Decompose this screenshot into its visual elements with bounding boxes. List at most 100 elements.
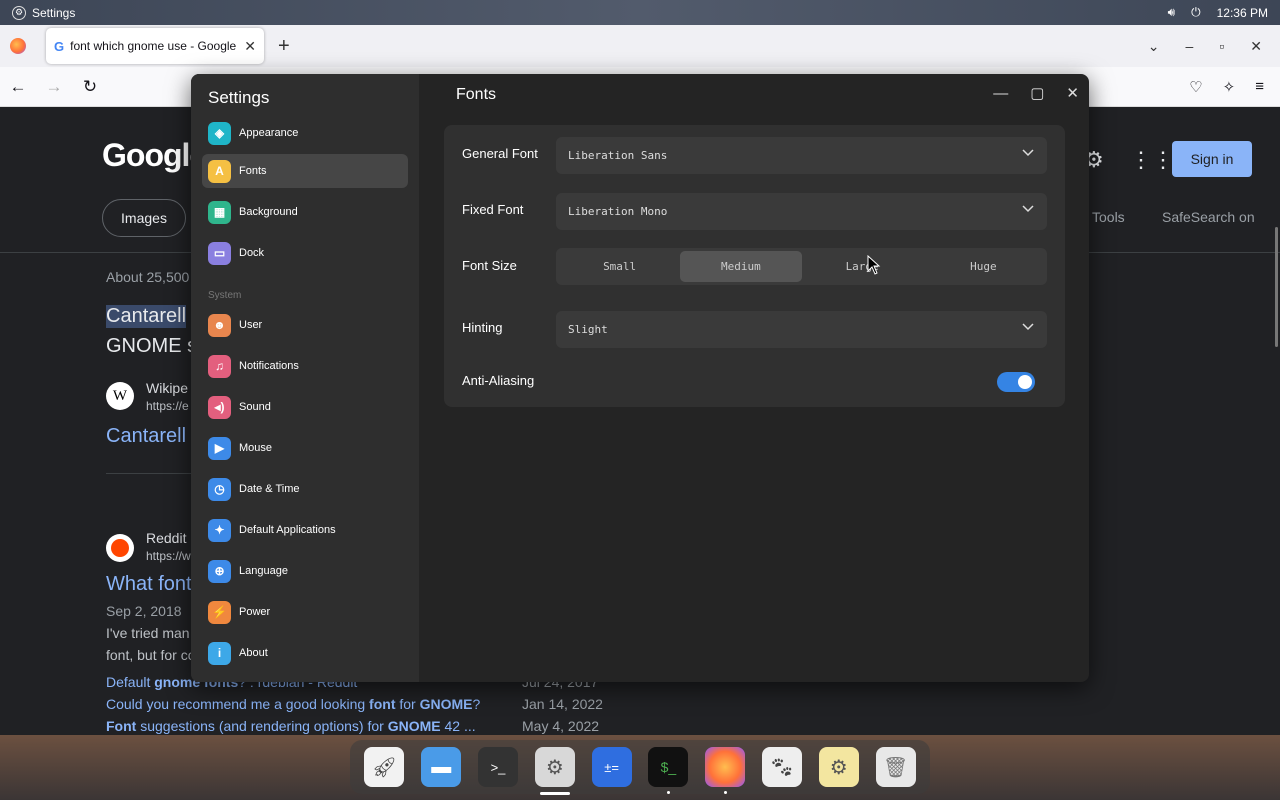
sign-in-button[interactable]: Sign in (1172, 141, 1252, 177)
toggle-knob (1018, 375, 1032, 389)
dock-icon: ▭ (208, 241, 231, 265)
sidebar-item-label: Notifications (239, 360, 299, 372)
clock[interactable]: 12:36 PM (1217, 6, 1268, 20)
browser-tab[interactable]: G font which gnome use - Google ✕ (46, 28, 264, 64)
sidebar-item-label: Mouse (239, 442, 273, 454)
hinting-label: Hinting (462, 320, 503, 335)
safesearch-button[interactable]: SafeSearch on (1162, 209, 1255, 225)
sidebar-item-label: Fonts (239, 165, 267, 177)
files-folder-icon[interactable]: ▬ (421, 747, 462, 787)
sidebar-item-appearance[interactable]: ◈ Appearance (202, 116, 408, 150)
reddit-icon (106, 534, 134, 562)
back-icon[interactable]: ← (0, 77, 36, 97)
launcher-rocket-icon[interactable]: 🚀︎ (364, 747, 405, 787)
tab-bar: G font which gnome use - Google ✕ + ⌄ – … (0, 25, 1280, 67)
list-tabs-icon[interactable]: ⌄ (1148, 38, 1160, 55)
sidebar-item-mouse[interactable]: ▶ Mouse (202, 431, 408, 465)
sidebar-item-label: Appearance (239, 127, 299, 139)
new-tab-button[interactable]: + (278, 35, 290, 58)
calculator-icon[interactable]: ±= (591, 747, 632, 787)
images-chip[interactable]: Images (102, 199, 186, 237)
firefox-menu[interactable] (0, 38, 36, 54)
sidebar-item-power[interactable]: ⚡ Power (202, 595, 408, 629)
sidebar-item-notifications[interactable]: ♫ Notifications (202, 349, 408, 383)
close-icon[interactable]: ✕ (1066, 84, 1079, 102)
page-scrollbar[interactable] (1275, 227, 1278, 347)
featured-subtitle: GNOME s (106, 335, 198, 357)
sidebar-item-background[interactable]: ▦ Background (202, 195, 408, 229)
sublink-date: Jan 14, 2022 (522, 696, 603, 712)
fonts-icon: A (208, 159, 231, 183)
system-monitor-icon[interactable]: $_ (648, 747, 689, 794)
trash-icon[interactable]: 🗑︎ (875, 747, 916, 787)
sidebar-item-about[interactable]: i About (202, 636, 408, 670)
result-link[interactable]: Cantarell (106, 425, 186, 448)
minimize-icon[interactable]: — (993, 85, 1008, 102)
settings-gear-icon[interactable]: ⚙ (534, 747, 575, 795)
fixed-font-value: Liberation Mono (568, 205, 668, 218)
fonts-panel: Fonts — ▢ ✕ General Font Liberation Sans… (419, 74, 1089, 682)
speaker-icon[interactable]: 🔊︎ (1168, 5, 1176, 20)
top-panel: ⚙ Settings 🔊︎ ⏻ 12:36 PM (0, 0, 1280, 25)
fixed-font-label: Fixed Font (462, 202, 524, 217)
mouse-icon: ▶ (208, 436, 231, 460)
sidebar-item-default-applications[interactable]: ✦ Default Applications (202, 513, 408, 547)
font-size-label: Font Size (462, 258, 517, 273)
gimp-icon[interactable]: 🐾︎ (761, 747, 802, 787)
featured-title: Cantarell (106, 305, 187, 328)
font-size-huge[interactable]: Huge (923, 251, 1044, 282)
chevron-down-icon (1022, 323, 1034, 331)
restore-icon[interactable]: ▫ (1219, 38, 1224, 54)
hinting-value: Slight (568, 323, 608, 336)
tools-button[interactable]: Tools (1092, 209, 1125, 225)
sidebar-item-label: Power (239, 606, 271, 618)
fixed-font-dropdown[interactable]: Liberation Mono (556, 193, 1047, 230)
sidebar-item-sound[interactable]: ◂) Sound (202, 390, 408, 424)
wiki-source: Wikipe (146, 380, 189, 396)
pocket-icon[interactable]: ♡ (1189, 78, 1202, 96)
antialiasing-toggle[interactable] (997, 372, 1035, 392)
sidebar-item-dock[interactable]: ▭ Dock (202, 236, 408, 270)
sidebar-item-label: User (239, 319, 263, 331)
sidebar-item-user[interactable]: ☻ User (202, 308, 408, 342)
active-app[interactable]: ⚙ Settings (12, 5, 75, 20)
power-icon: ⚡ (208, 600, 231, 624)
close-tab-icon[interactable]: ✕ (244, 38, 256, 55)
font-size-medium[interactable]: Medium (680, 251, 802, 282)
extensions-icon[interactable]: ✧ (1223, 78, 1236, 96)
menu-icon[interactable]: ≡ (1255, 78, 1264, 96)
result-link[interactable]: What font (106, 573, 192, 596)
sidebar-item-label: Background (239, 206, 298, 218)
minimize-icon[interactable]: – (1186, 38, 1194, 54)
font-size-selector: Small Medium Large Huge (556, 248, 1047, 285)
forward-icon[interactable]: → (36, 77, 72, 97)
sound-icon: ◂) (208, 395, 231, 419)
font-size-small[interactable]: Small (559, 251, 680, 282)
font-size-large[interactable]: Large (802, 251, 923, 282)
maximize-icon[interactable]: ▢ (1030, 84, 1044, 102)
power-icon[interactable]: ⏻ (1191, 5, 1201, 20)
sidebar-title: Settings (208, 88, 270, 107)
result-snippet: font, but for co (106, 647, 196, 663)
reload-icon[interactable]: ↻ (72, 77, 108, 97)
sidebar-item-label: Dock (239, 247, 265, 259)
firefox-icon[interactable] (705, 747, 746, 794)
sidebar-item-label: Date & Time (239, 483, 300, 495)
sublink[interactable]: Font suggestions (and rendering options)… (106, 718, 476, 734)
sidebar-item-label: Default Applications (239, 524, 336, 536)
reddit-url: https://w (146, 549, 191, 563)
close-window-icon[interactable]: ✕ (1250, 38, 1262, 55)
sublink[interactable]: Could you recommend me a good looking fo… (106, 696, 480, 712)
terminal-icon[interactable]: >_ (477, 747, 518, 787)
firefox-icon (10, 38, 26, 54)
default-applications-icon: ✦ (208, 518, 231, 542)
settings-app-icon: ⚙ (12, 5, 26, 20)
sidebar-item-language[interactable]: ⊕ Language (202, 554, 408, 588)
hinting-dropdown[interactable]: Slight (556, 311, 1047, 348)
general-font-dropdown[interactable]: Liberation Sans (556, 137, 1047, 174)
sidebar-item-fonts[interactable]: A Fonts (202, 154, 408, 188)
sublink-date: May 4, 2022 (522, 718, 600, 734)
software-installer-icon[interactable]: ⚙ (818, 747, 859, 787)
sidebar-item-date-time[interactable]: ◷ Date & Time (202, 472, 408, 506)
result-date: Sep 2, 2018 (106, 603, 182, 619)
